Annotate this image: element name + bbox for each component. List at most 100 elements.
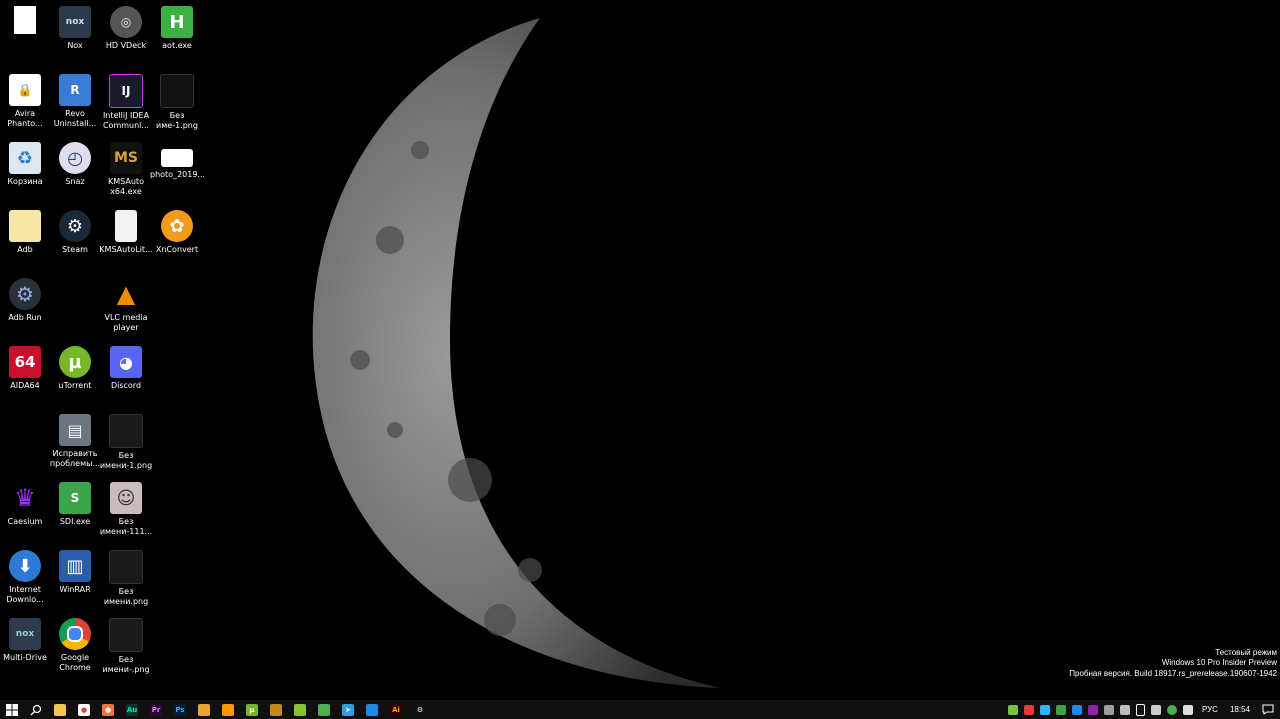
tray-app-icon[interactable] bbox=[1103, 704, 1114, 715]
taskbar-app-utorrent[interactable]: µ bbox=[240, 700, 264, 719]
desktop-icon-xnconvert[interactable]: ✿ XnConvert bbox=[150, 210, 204, 255]
app-green-icon bbox=[294, 703, 306, 716]
desktop-icon-idm[interactable]: ⬇ Internet Downlo... bbox=[0, 550, 52, 605]
desktop-icon-hd-vdeck[interactable]: ◎ HD VDeck bbox=[99, 6, 153, 51]
taskbar-app-premiere[interactable]: Pr bbox=[144, 700, 168, 719]
clock[interactable]: 18:54 bbox=[1230, 705, 1250, 714]
tray-app-icon[interactable] bbox=[1087, 704, 1098, 715]
tray-app-icon[interactable] bbox=[1071, 704, 1082, 715]
volume-icon[interactable] bbox=[1182, 704, 1193, 715]
icon-label: Корзина bbox=[7, 177, 43, 186]
desktop-icon-discord[interactable]: ◕ Discord bbox=[99, 346, 153, 391]
desktop-icon-steam[interactable]: ⚙ Steam bbox=[48, 210, 102, 255]
notifications-button[interactable] bbox=[1256, 700, 1280, 719]
winrar-icon: ▥ bbox=[59, 550, 91, 582]
desktop-icon-vlc[interactable]: ▲ VLC media player bbox=[99, 278, 153, 333]
icon-label: XnConvert bbox=[155, 245, 199, 254]
desktop-icon-aot[interactable]: H aot.exe bbox=[150, 6, 204, 51]
desktop-icon-utorrent[interactable]: µ uTorrent bbox=[48, 346, 102, 391]
tray-app-icon[interactable] bbox=[1023, 704, 1034, 715]
taskbar-app-firefox[interactable]: ● bbox=[96, 700, 120, 719]
image-icon bbox=[109, 550, 143, 584]
intellij-icon: IJ bbox=[109, 74, 143, 108]
icon-label: Adb Run bbox=[8, 313, 42, 322]
taskbar-app-app-cloud[interactable] bbox=[312, 700, 336, 719]
xnconvert-icon: ✿ bbox=[161, 210, 193, 242]
watermark-line-2: Windows 10 Pro Insider Preview bbox=[1161, 658, 1277, 667]
taskbar-app-settings[interactable]: ⚙ bbox=[408, 700, 432, 719]
system-tray: РУС 18:54 bbox=[1005, 700, 1280, 719]
desktop-icon-winrar[interactable]: ▥ WinRAR bbox=[48, 550, 102, 595]
tray-app-icon[interactable] bbox=[1166, 704, 1177, 715]
desktop-icon-sdi[interactable]: S SDI.exe bbox=[48, 482, 102, 527]
desktop-icon-blank-file[interactable] bbox=[0, 6, 52, 37]
telegram-icon: ➤ bbox=[342, 703, 354, 716]
discord-icon: ◕ bbox=[110, 346, 142, 378]
icon-label: AIDA64 bbox=[10, 381, 40, 390]
icon-label: Internet Downlo... bbox=[6, 585, 44, 604]
battery-icon[interactable] bbox=[1135, 703, 1145, 716]
icon-label: Steam bbox=[62, 245, 88, 254]
network-icon[interactable] bbox=[1150, 704, 1161, 715]
desktop-icon-image-4[interactable]: Без имени.png bbox=[99, 550, 153, 607]
desktop-icon-aida64[interactable]: 64 AIDA64 bbox=[0, 346, 52, 391]
taskbar-app-sublime[interactable] bbox=[216, 700, 240, 719]
firefox-icon: ● bbox=[102, 703, 114, 716]
desktop-icon-kmsautolite[interactable]: KMSAutoLit... bbox=[99, 210, 153, 255]
icon-label: aot.exe bbox=[162, 41, 192, 50]
icon-label: Без имени-111... bbox=[99, 517, 153, 536]
utorrent-icon: µ bbox=[59, 346, 91, 378]
chrome-icon bbox=[59, 618, 91, 650]
desktop-icon-troubleshoot[interactable]: ▤ Исправить проблемы... bbox=[48, 414, 102, 469]
usb-icon[interactable] bbox=[1119, 704, 1130, 715]
app-cloud-icon bbox=[318, 703, 330, 716]
premiere-icon: Pr bbox=[150, 703, 162, 716]
search-button[interactable] bbox=[24, 700, 48, 719]
desktop-icon-photo[interactable]: photo_2019... bbox=[150, 142, 205, 180]
taskbar-app-audition[interactable]: Au bbox=[120, 700, 144, 719]
taskbar-app-file-explorer[interactable] bbox=[48, 700, 72, 719]
icon-label: VLC media player bbox=[104, 313, 148, 332]
desktop-icon-adb[interactable]: Adb bbox=[0, 210, 52, 255]
desktop-icon-kmsauto[interactable]: MS KMSAuto x64.exe bbox=[99, 142, 153, 197]
taskbar-app-app-green[interactable] bbox=[288, 700, 312, 719]
taskbar-app-app-pumpkin[interactable] bbox=[264, 700, 288, 719]
desktop-icon-multi-drive[interactable]: nox Multi-Drive bbox=[0, 618, 52, 663]
desktop-icon-image-2[interactable]: Без имени-1.png bbox=[99, 414, 153, 471]
taskbar-app-telegram[interactable]: ➤ bbox=[336, 700, 360, 719]
windows-logo-icon bbox=[6, 703, 18, 716]
photoshop-icon: Ps bbox=[174, 703, 186, 716]
desktop-icon-intellij[interactable]: IJ IntelliJ IDEA Communi... bbox=[99, 74, 153, 131]
tray-app-icon[interactable] bbox=[1039, 704, 1050, 715]
taskbar-app-illustrator[interactable]: Ai bbox=[384, 700, 408, 719]
app-pumpkin-icon bbox=[270, 703, 282, 716]
tray-app-icon[interactable] bbox=[1055, 704, 1066, 715]
taskbar-app-chrome[interactable]: ● bbox=[72, 700, 96, 719]
desktop-icon-image-5[interactable]: Без имени-.png bbox=[99, 618, 153, 675]
tray-app-icon[interactable] bbox=[1007, 704, 1018, 715]
chrome-icon: ● bbox=[78, 703, 90, 716]
icon-label: KMSAuto x64.exe bbox=[108, 177, 144, 196]
desktop-icon-caesium[interactable]: ♛ Caesium bbox=[0, 482, 52, 527]
taskbar-app-app-blue[interactable] bbox=[360, 700, 384, 719]
desktop-icon-avira[interactable]: 🔒 Avira Phanto... bbox=[0, 74, 52, 129]
start-button[interactable] bbox=[0, 700, 24, 719]
desktop-icon-adb-run[interactable]: ⚙ Adb Run bbox=[0, 278, 52, 323]
icon-label: Revo Uninstall... bbox=[53, 109, 97, 128]
desktop-icon-snaz[interactable]: ◴ Snaz bbox=[48, 142, 102, 187]
troubleshoot-icon: ▤ bbox=[59, 414, 91, 446]
desktop-icon-image-3[interactable]: ☺ Без имени-111... bbox=[99, 482, 153, 537]
desktop: nox Nox ◎ HD VDeck H aot.exe 🔒 Avira Pha… bbox=[0, 0, 1280, 700]
illustrator-icon: Ai bbox=[390, 703, 402, 716]
taskbar-app-photoshop[interactable]: Ps bbox=[168, 700, 192, 719]
kmsauto-icon: MS bbox=[110, 142, 142, 174]
desktop-icon-recycle-bin[interactable]: ♻ Корзина bbox=[0, 142, 52, 187]
language-indicator[interactable]: РУС bbox=[1202, 705, 1218, 714]
desktop-icon-chrome[interactable]: Google Chrome bbox=[48, 618, 102, 673]
desktop-icon-revo[interactable]: R Revo Uninstall... bbox=[48, 74, 102, 129]
watermark-line-3: Пробная версия. Build 18917.rs_prereleas… bbox=[1069, 668, 1277, 678]
taskbar-app-app-colorful[interactable] bbox=[192, 700, 216, 719]
desktop-icon-nox[interactable]: nox Nox bbox=[48, 6, 102, 51]
desktop-icon-image-1[interactable]: Без име-1.png bbox=[150, 74, 204, 131]
audition-icon: Au bbox=[126, 703, 138, 716]
